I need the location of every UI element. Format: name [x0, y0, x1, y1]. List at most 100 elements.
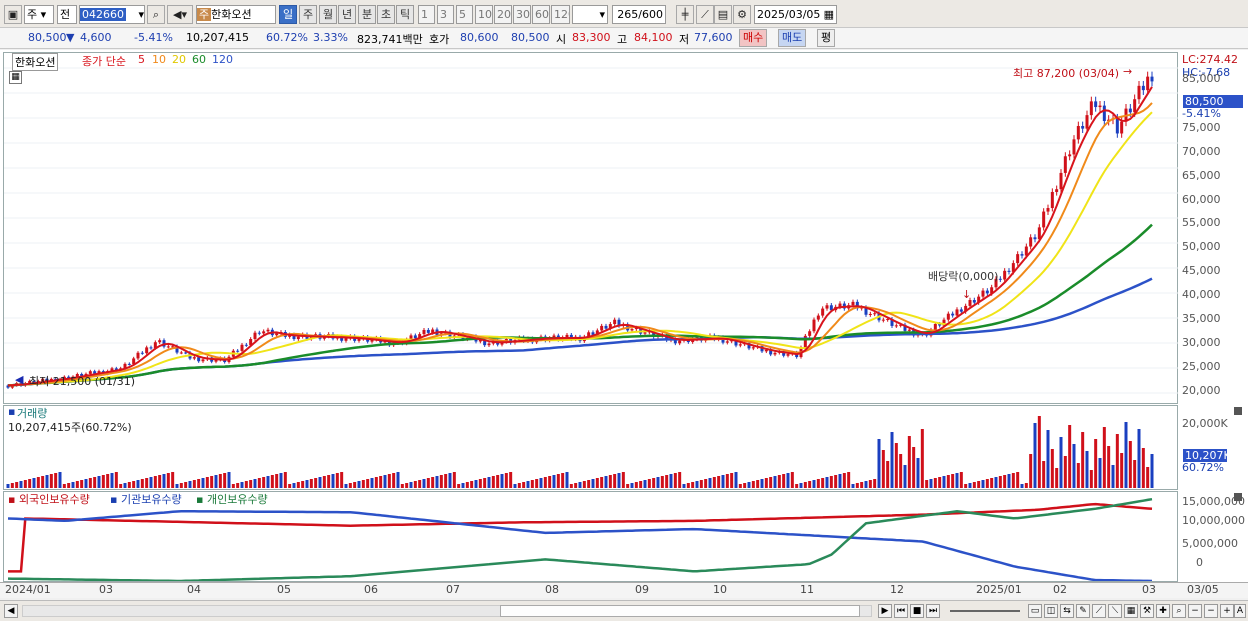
- zoom-out-icon[interactable]: −: [1188, 604, 1202, 618]
- interval-select[interactable]: ▾: [572, 5, 608, 24]
- volume-axis: 20,000K 10,207K 60.72%: [1180, 405, 1244, 490]
- volume-bar: [93, 477, 97, 488]
- count-value: 265: [617, 8, 639, 21]
- candle-body: [1007, 270, 1011, 272]
- institution-title: ▪ 기관보유수량: [110, 493, 182, 506]
- date-value: 2025/03/05: [757, 8, 821, 21]
- stock-name-field[interactable]: 주 한화오션: [196, 5, 276, 24]
- save-icon[interactable]: ▤: [714, 5, 732, 24]
- period-tick-tab[interactable]: 틱: [396, 5, 414, 24]
- layout-icon[interactable]: ▭: [1028, 604, 1042, 618]
- market-select[interactable]: 주 ▾: [24, 5, 54, 24]
- stop-icon[interactable]: ■: [910, 604, 924, 618]
- compare-icon[interactable]: ⇆: [1060, 604, 1074, 618]
- num-120-button[interactable]: 120: [551, 5, 570, 24]
- period-week-label: 주: [302, 8, 314, 21]
- volume-bar: [929, 479, 933, 488]
- num-5-button[interactable]: 5: [456, 5, 473, 24]
- candle-body: [1055, 189, 1059, 192]
- period-year-tab[interactable]: 년: [338, 5, 356, 24]
- draw-line-icon[interactable]: ⟋: [696, 5, 714, 24]
- search-icon[interactable]: ⌕: [147, 5, 165, 24]
- ma-60-label[interactable]: 60: [192, 53, 206, 66]
- ma-120-label[interactable]: 120: [212, 53, 233, 66]
- period-day-tab[interactable]: 일: [279, 5, 297, 24]
- buy-button[interactable]: 매수: [739, 29, 768, 47]
- current-rate-marker: -5.41%: [1182, 107, 1221, 120]
- grid-icon[interactable]: ▦: [1124, 604, 1138, 618]
- rewind-icon[interactable]: ⏮: [894, 604, 908, 618]
- date-field[interactable]: 2025/03/05 ▦: [754, 5, 837, 24]
- period-minute-tab[interactable]: 분: [358, 5, 376, 24]
- sell-button[interactable]: 매도: [778, 29, 807, 47]
- cursor-icon[interactable]: ✚: [1156, 604, 1170, 618]
- ma-20-label[interactable]: 20: [172, 53, 186, 66]
- volume-bar: [946, 475, 950, 488]
- num-10-button[interactable]: 10: [475, 5, 493, 24]
- stock-name-tag[interactable]: 한화오션: [12, 53, 59, 71]
- scroll-right-icon[interactable]: ▶: [878, 604, 892, 618]
- stock-code-input[interactable]: 042660 ▾: [79, 5, 145, 24]
- prev-button[interactable]: 전: [57, 5, 77, 24]
- num-20-button[interactable]: 20: [494, 5, 512, 24]
- volume-bar: [600, 477, 604, 488]
- holdings-axis: 15,000,000 10,000,000 5,000,000 0: [1180, 491, 1245, 582]
- calendar-icon[interactable]: ▦: [824, 6, 834, 23]
- forward-icon[interactable]: ⏭: [926, 604, 940, 618]
- volume-bar: [942, 476, 946, 488]
- num-30-button[interactable]: 30: [513, 5, 531, 24]
- volume-bar: [1141, 448, 1145, 488]
- font-size-icon[interactable]: A: [1234, 604, 1246, 618]
- down-arrow-icon: ▼: [66, 31, 75, 44]
- even-button[interactable]: 평: [817, 29, 836, 47]
- period-second-tab[interactable]: 초: [377, 5, 395, 24]
- volume-bar: [665, 475, 669, 488]
- volume-bar: [556, 474, 560, 488]
- ma-title: 종가 단순: [82, 55, 126, 68]
- trend-alt-icon[interactable]: ⟍: [1108, 604, 1122, 618]
- trend-icon[interactable]: ⟋: [1092, 604, 1106, 618]
- speaker-icon[interactable]: ◀▾: [167, 5, 193, 24]
- volume-bar: [704, 479, 708, 488]
- price-tick: 45,000: [1182, 264, 1221, 277]
- volume-bar: [1120, 453, 1124, 488]
- volume-bar: [1050, 449, 1054, 488]
- period-day-label: 일: [282, 8, 294, 21]
- candle-body: [812, 319, 816, 332]
- volume-bar: [1003, 475, 1007, 488]
- draw-icon[interactable]: ✎: [1076, 604, 1090, 618]
- volume-bar: [366, 479, 370, 488]
- tools-icon[interactable]: ⚒: [1140, 604, 1154, 618]
- candle-body: [1076, 126, 1080, 140]
- period-week-tab[interactable]: 주: [299, 5, 317, 24]
- scroll-bar[interactable]: ◀ ▶ ⏮ ■ ⏭ ▭ ◫ ⇆ ✎ ⟋ ⟍ ▦ ⚒ ✚ ⌕ − − + A: [0, 600, 1248, 621]
- split-icon[interactable]: ◫: [1044, 604, 1058, 618]
- num-3-button[interactable]: 3: [437, 5, 454, 24]
- zoom-slider[interactable]: [950, 610, 1020, 612]
- volume-bar: [75, 481, 79, 488]
- ma-10-label[interactable]: 10: [152, 53, 166, 66]
- volume-bar: [1107, 446, 1111, 488]
- price-tick: 70,000: [1182, 145, 1221, 158]
- num-1-button[interactable]: 1: [418, 5, 435, 24]
- minus-icon[interactable]: −: [1204, 604, 1218, 618]
- gear-icon[interactable]: ⚙: [733, 5, 751, 24]
- table-icon[interactable]: ▦: [9, 71, 22, 84]
- candle-body: [127, 363, 131, 365]
- ma-5-label[interactable]: 5: [138, 53, 145, 66]
- num-60-button[interactable]: 60: [532, 5, 550, 24]
- volume-bar: [19, 481, 23, 488]
- window-icon[interactable]: ▣: [4, 5, 22, 24]
- volume-bar: [1094, 439, 1098, 488]
- volume-bar: [88, 478, 92, 488]
- zoom-in-icon[interactable]: +: [1220, 604, 1234, 618]
- volume-bar: [474, 480, 478, 488]
- chart-area[interactable]: 한화오션 종가 단순 5 10 20 60 120 ▦ 최고 87,200 (0…: [0, 50, 1248, 598]
- volume-bar: [621, 472, 625, 488]
- zoom-icon[interactable]: ⌕: [1172, 604, 1186, 618]
- count-field[interactable]: 265/600: [612, 5, 666, 24]
- scroll-left-icon[interactable]: ◀: [4, 604, 18, 618]
- scroll-thumb[interactable]: [500, 605, 860, 617]
- period-month-tab[interactable]: 월: [319, 5, 337, 24]
- candle-icon[interactable]: ╪: [676, 5, 694, 24]
